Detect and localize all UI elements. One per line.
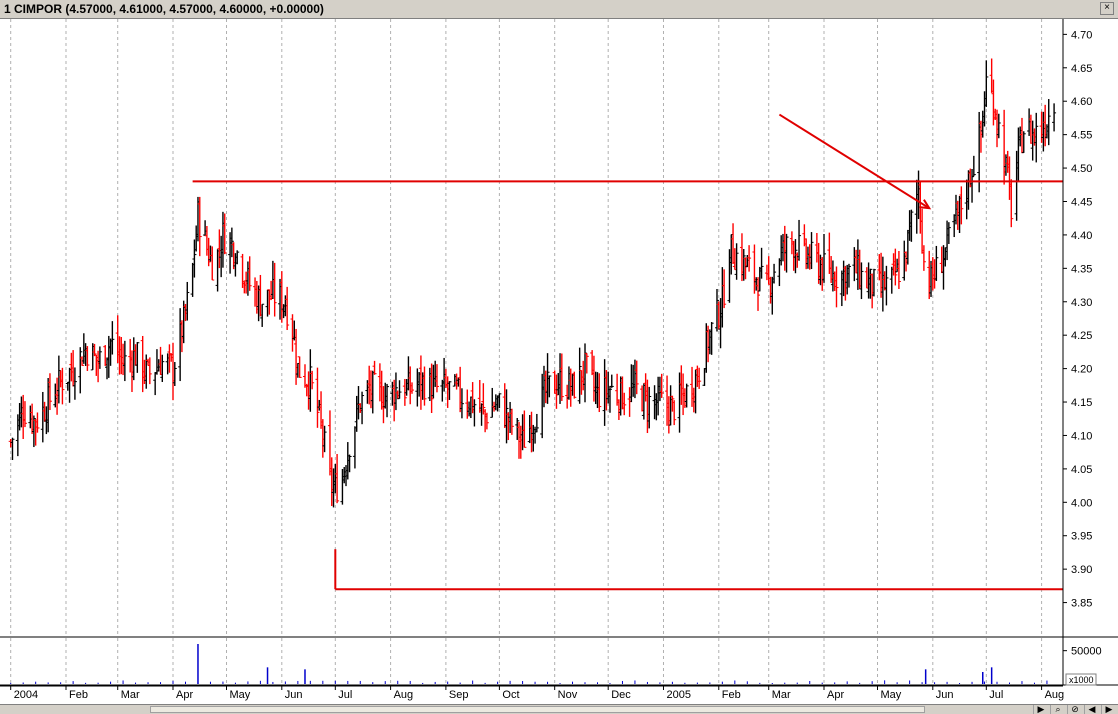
x-tick-label: Mar	[772, 689, 791, 701]
page-left-button[interactable]: ◀	[1084, 705, 1099, 714]
x-tick-label: May	[881, 689, 902, 701]
y-tick-label: 3.90	[1071, 564, 1092, 576]
y-tick-label: 4.50	[1071, 163, 1092, 175]
x-tick-label: Feb	[69, 689, 88, 701]
y-tick-label: 3.95	[1071, 531, 1092, 543]
horizontal-scrollbar[interactable]: ▶ ⌕ ⊘ ◀ ▶	[0, 704, 1118, 714]
chart-title: 1 CIMPOR (4.57000, 4.61000, 4.57000, 4.6…	[4, 2, 324, 16]
x-tick-label: Aug	[1045, 689, 1065, 701]
x-tick-label: Jul	[989, 689, 1003, 701]
x-tick-label: Jun	[285, 689, 303, 701]
y-tick-label: 4.00	[1071, 497, 1092, 509]
close-button[interactable]: ×	[1100, 2, 1114, 15]
y-tick-label: 4.15	[1071, 397, 1092, 409]
x-tick-label: 2004	[14, 689, 38, 701]
x-tick-label: Apr	[176, 689, 193, 701]
reset-button[interactable]: ⊘	[1067, 705, 1082, 714]
x-tick-label: Nov	[558, 689, 578, 701]
x-tick-label: May	[230, 689, 251, 701]
volume-panel: 50000 x1000	[10, 644, 1102, 686]
y-tick-label: 4.70	[1071, 29, 1092, 41]
x-tick-label: Jun	[936, 689, 954, 701]
x-tick-label: 2005	[666, 689, 690, 701]
x-tick-label: Mar	[121, 689, 140, 701]
x-tick-label: Sep	[449, 689, 469, 701]
y-tick-label: 4.05	[1071, 464, 1092, 476]
page-right-button[interactable]: ▶	[1101, 705, 1116, 714]
chart-nav-buttons: ▶ ⌕ ⊘ ◀ ▶	[1033, 705, 1116, 714]
x-tick-label: Oct	[502, 689, 519, 701]
ohlc-bars	[8, 58, 1057, 508]
x-tick-label: Apr	[827, 689, 844, 701]
y-tick-label: 4.65	[1071, 63, 1092, 75]
y-tick-label: 4.45	[1071, 196, 1092, 208]
y-tick-label: 4.20	[1071, 364, 1092, 376]
x-tick-label: Feb	[722, 689, 741, 701]
y-tick-label: 4.25	[1071, 330, 1092, 342]
volume-multiplier-label: x1000	[1069, 675, 1094, 685]
month-gridlines	[10, 19, 1043, 684]
arrow-shaft	[778, 113, 930, 210]
x-tick-label: Jul	[338, 689, 352, 701]
x-tick-label: Aug	[394, 689, 414, 701]
scrollbar-thumb[interactable]	[150, 706, 925, 713]
y-tick-label: 3.85	[1071, 598, 1092, 610]
scroll-right-button[interactable]: ▶	[1033, 705, 1048, 714]
zoom-button[interactable]: ⌕	[1050, 705, 1065, 714]
y-tick-label: 4.30	[1071, 297, 1092, 309]
y-tick-label: 4.10	[1071, 430, 1092, 442]
chart-window-titlebar: 1 CIMPOR (4.57000, 4.61000, 4.57000, 4.6…	[0, 0, 1118, 19]
volume-tick-label: 50000	[1071, 646, 1102, 658]
x-tick-label: Dec	[611, 689, 631, 701]
date-axis: 2004 Feb Mar Apr May Jun Jul Aug Sep Oct Nov Dec 200…	[0, 685, 1065, 701]
y-tick-label: 4.40	[1071, 230, 1092, 242]
y-tick-label: 4.55	[1071, 130, 1092, 142]
price-chart: 4.70 4.65 4.60 4.55 4.50 4.45 4.40 4.35 4.30 4.25…	[0, 19, 1118, 701]
y-tick-label: 4.60	[1071, 96, 1092, 108]
y-tick-label: 4.35	[1071, 263, 1092, 275]
